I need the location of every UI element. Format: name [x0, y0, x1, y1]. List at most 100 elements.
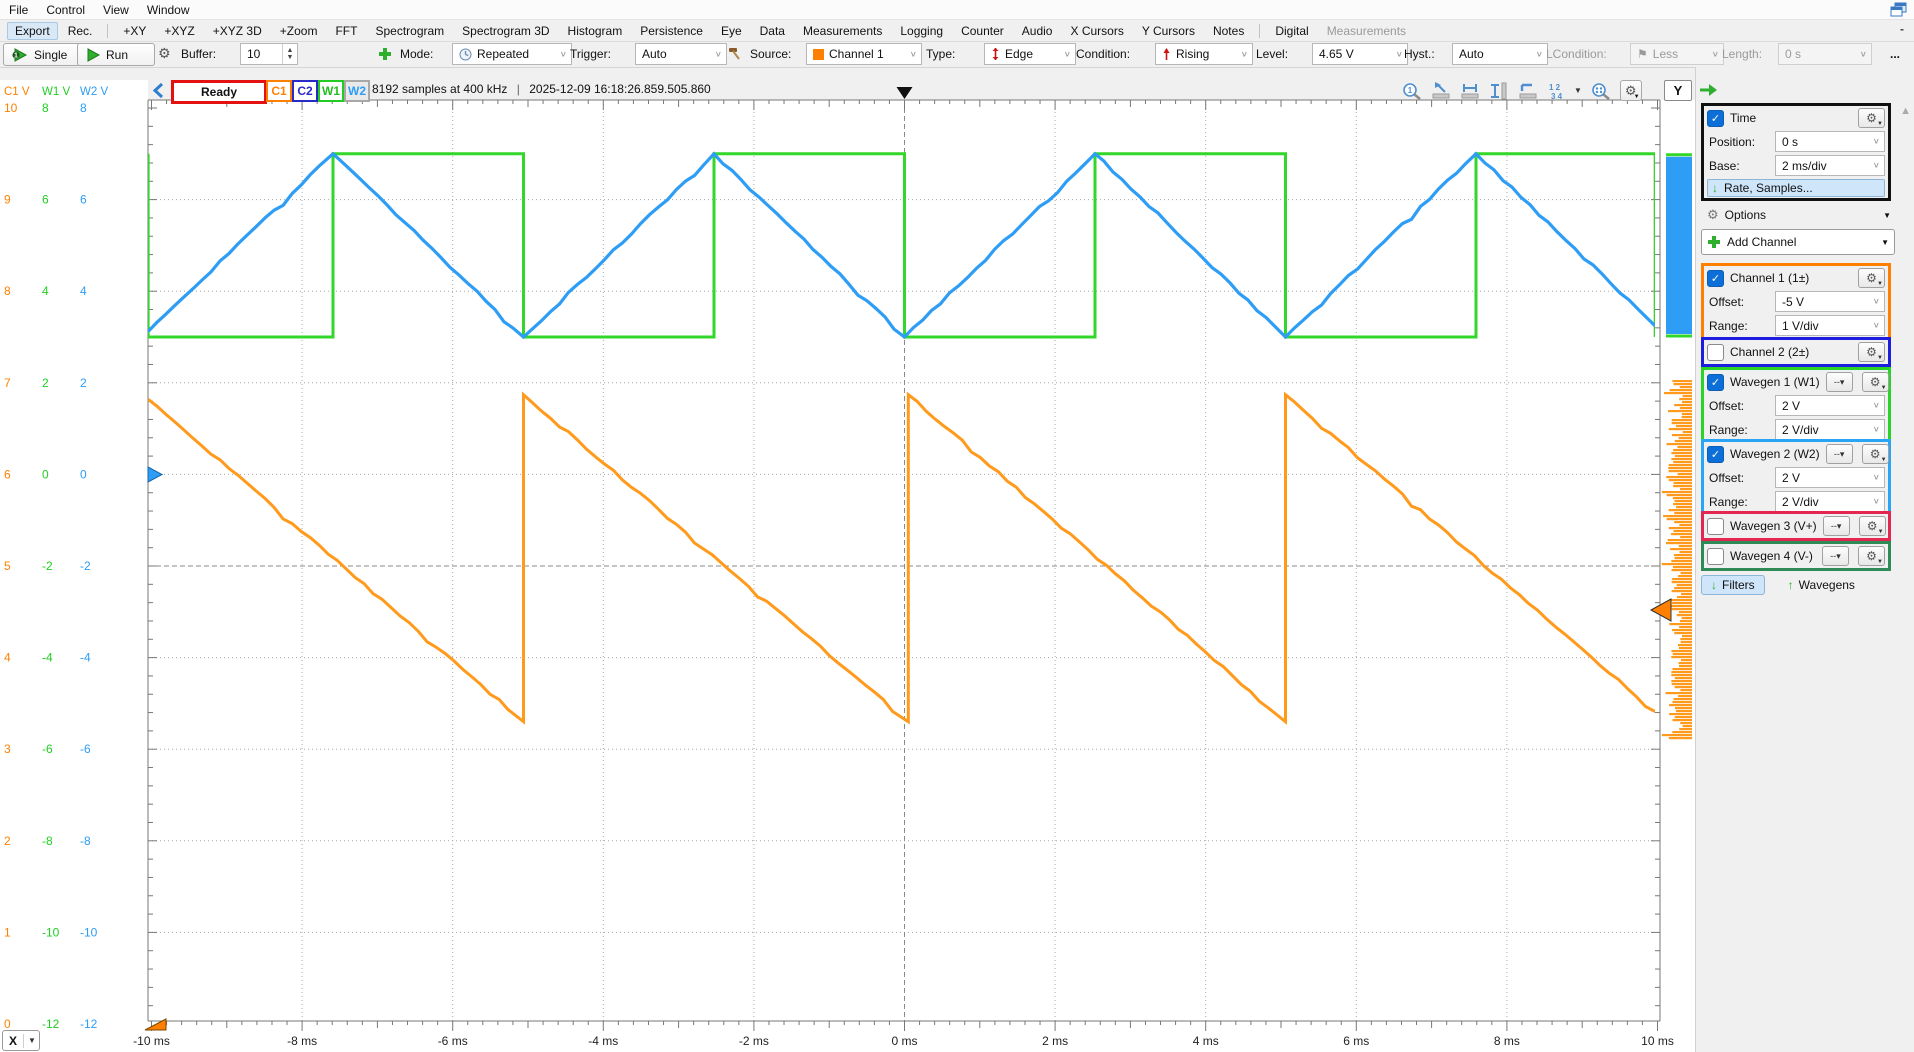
time-box: ✓ Time ⚙▼ Position: 0 s ∨ Base: 2 ms/div…: [1701, 103, 1891, 201]
zoom-fit-icon[interactable]: 1: [1402, 82, 1422, 100]
chevron-down-icon: ▼: [24, 1036, 40, 1045]
offset-dropdown[interactable]: 2 V∨: [1775, 395, 1885, 416]
plot-settings-button[interactable]: ⚙ ▼: [1620, 80, 1642, 101]
svg-text:1 2: 1 2: [1549, 83, 1561, 92]
samples-text: 8192 samples at 400 kHz: [372, 82, 507, 96]
chevron-down-icon: ∨: [1873, 321, 1880, 330]
w2-tick-label: 4: [80, 284, 87, 298]
length-dropdown[interactable]: 0 s ∨: [1778, 43, 1872, 65]
panel-scroll-up-icon[interactable]: ▲: [1900, 105, 1911, 117]
svg-text:3 4: 3 4: [1551, 92, 1563, 100]
channel-checkbox[interactable]: [1707, 344, 1724, 361]
c1-tick-label: 6: [4, 467, 11, 481]
badge-c2[interactable]: C2: [292, 80, 318, 102]
channel-title: Wavegen 1 (W1): [1730, 375, 1820, 389]
chevron-down-icon: ∨: [1860, 50, 1867, 59]
channel-checkbox[interactable]: [1707, 518, 1724, 535]
c1-tick-label: 5: [4, 559, 11, 573]
base-dropdown[interactable]: 2 ms/div ∨: [1775, 155, 1885, 176]
horizontal-ruler-icon[interactable]: [1460, 82, 1480, 100]
wave-shape-button[interactable]: --▾: [1826, 444, 1853, 464]
time-checkbox[interactable]: ✓: [1707, 110, 1724, 127]
value: 2 V/div: [1782, 495, 1819, 509]
channel-gear-button[interactable]: ⚙▼: [1862, 444, 1889, 464]
w1-tick-label: 6: [42, 193, 49, 207]
wavegens-button[interactable]: ↑ Wavegens: [1779, 576, 1864, 594]
y-axis-label: Y: [1674, 83, 1683, 98]
status-text: Ready: [201, 85, 237, 99]
position-value: 0 s: [1782, 135, 1798, 149]
wave-shape-button[interactable]: --▾: [1823, 516, 1850, 536]
y-axis-button[interactable]: Y: [1664, 80, 1692, 101]
time-gear-button[interactable]: ⚙▼: [1858, 108, 1885, 128]
x-tick-label: 4 ms: [1193, 1034, 1219, 1048]
chevron-down-icon: ∨: [1873, 401, 1880, 410]
options-row[interactable]: ⚙ Options ▼: [1701, 205, 1897, 225]
channel-checkbox[interactable]: ✓: [1707, 374, 1724, 391]
range-label: Range:: [1709, 319, 1771, 333]
w2-tick-label: -8: [80, 834, 91, 848]
channel-checkbox[interactable]: ✓: [1707, 446, 1724, 463]
measure-cursor-icon[interactable]: [1431, 82, 1451, 100]
w2-tick-label: 6: [80, 193, 87, 207]
vertical-ruler-icon[interactable]: [1489, 82, 1509, 100]
chevron-down-icon[interactable]: ▼: [1574, 86, 1582, 95]
collapse-left-icon[interactable]: [152, 82, 165, 99]
chevron-down-icon: ∨: [1873, 137, 1880, 146]
cascade-windows-icon[interactable]: [1890, 2, 1908, 17]
wave-shape-button[interactable]: --▾: [1822, 546, 1849, 566]
chevron-down-icon: ∨: [1873, 297, 1880, 306]
chevron-down-icon: ∨: [1873, 425, 1880, 434]
channel-gear-button[interactable]: ⚙▼: [1858, 546, 1885, 566]
x-axis-button[interactable]: X ▼: [2, 1030, 40, 1051]
add-channel-button[interactable]: Add Channel ▼: [1701, 229, 1895, 255]
range-dropdown[interactable]: 1 V/div∨: [1775, 315, 1885, 336]
badge-w2[interactable]: W2: [344, 80, 370, 102]
box-channel-1-1-: ✓Channel 1 (1±)⚙▼Offset:-5 V∨Range:1 V/d…: [1701, 263, 1891, 341]
range-dropdown[interactable]: 2 V/div∨: [1775, 491, 1885, 512]
range-dropdown[interactable]: 2 V/div∨: [1775, 419, 1885, 440]
zoom-options-icon[interactable]: [1591, 82, 1611, 100]
channel-gear-button[interactable]: ⚙▼: [1859, 516, 1886, 536]
corner-ruler-icon[interactable]: [1518, 82, 1538, 100]
x-tick-label: 6 ms: [1343, 1034, 1369, 1048]
w1-tick-label: 4: [42, 284, 49, 298]
w2-tick-label: -10: [80, 925, 98, 939]
box-wavegen-2-w2-: ✓Wavegen 2 (W2)--▾⚙▼Offset:2 V∨Range:2 V…: [1701, 439, 1891, 517]
channel-title: Channel 1 (1±): [1730, 271, 1809, 285]
w1-tick-label: 0: [42, 467, 49, 481]
box-wavegen-3-v-: Wavegen 3 (V+)--▾⚙▼: [1701, 511, 1891, 541]
w1-tick-label: -4: [42, 651, 53, 665]
channel-gear-button[interactable]: ⚙▼: [1858, 342, 1885, 362]
channel-order-1234-icon[interactable]: 1 2 3 4: [1547, 82, 1565, 100]
w2-tick-label: -2: [80, 559, 91, 573]
scope-plot: C1 VW1 VW2 V10889668447226005-2-24-4-43-…: [0, 0, 1695, 1052]
x-tick-label: -6 ms: [438, 1034, 468, 1048]
channel-title: Channel 2 (2±): [1730, 345, 1809, 359]
c1-tick-label: 9: [4, 193, 11, 207]
value: 2 V: [1782, 471, 1800, 485]
w2-tick-label: 2: [80, 376, 87, 390]
channel-gear-button[interactable]: ⚙▼: [1858, 268, 1885, 288]
wave-shape-button[interactable]: --▾: [1826, 372, 1853, 392]
expand-panel-arrow-icon[interactable]: [1698, 83, 1718, 97]
x-tick-label: 10 ms: [1641, 1034, 1674, 1048]
collapse-viewbar-button[interactable]: -: [1900, 22, 1904, 36]
w1-tick-label: -12: [42, 1017, 60, 1031]
w2-tick-label: 8: [80, 101, 87, 115]
badge-c1[interactable]: C1: [266, 80, 292, 102]
x-tick-label: -4 ms: [588, 1034, 618, 1048]
position-dropdown[interactable]: 0 s ∨: [1775, 131, 1885, 152]
channel-gear-button[interactable]: ⚙▼: [1862, 372, 1889, 392]
rate-samples-button[interactable]: ↓ Rate, Samples...: [1707, 179, 1885, 197]
range-label: Range:: [1709, 423, 1771, 437]
c1-tick-label: 8: [4, 284, 11, 298]
badge-w1[interactable]: W1: [318, 80, 344, 102]
offset-dropdown[interactable]: 2 V∨: [1775, 467, 1885, 488]
offset-dropdown[interactable]: -5 V∨: [1775, 291, 1885, 312]
toolbar-more-button[interactable]: ...: [1890, 43, 1900, 64]
filters-button[interactable]: ↓ Filters: [1701, 575, 1765, 595]
channel-checkbox[interactable]: ✓: [1707, 270, 1724, 287]
channel-checkbox[interactable]: [1707, 548, 1724, 565]
c1-tick-label: 3: [4, 742, 11, 756]
